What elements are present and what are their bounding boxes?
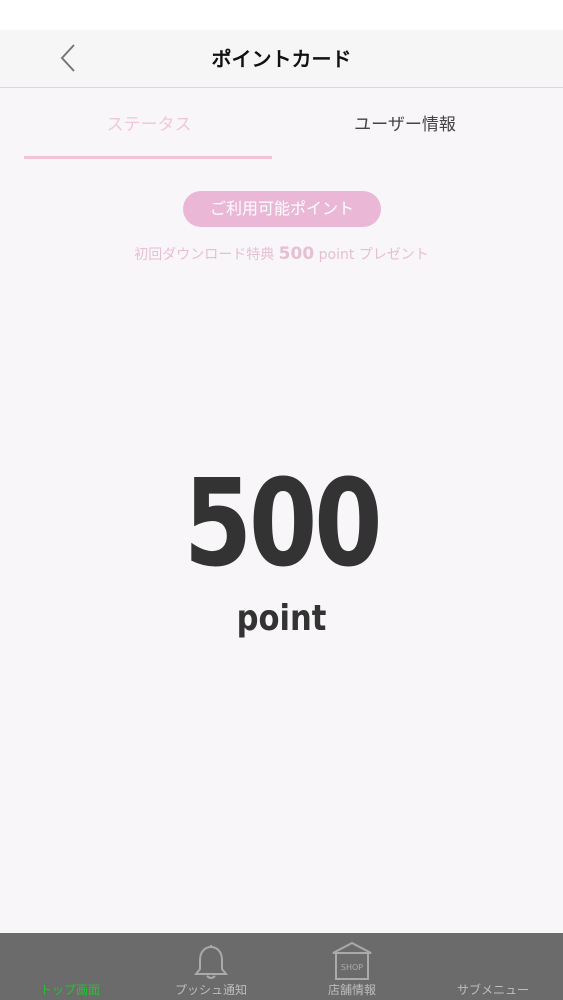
status-bar <box>0 0 563 30</box>
shop-icon: SHOP <box>330 941 374 985</box>
points-unit: point <box>236 598 327 639</box>
tab-top-screen[interactable]: トップ画面 <box>0 933 140 1000</box>
promo-prefix: 初回ダウンロード特典 <box>134 247 275 263</box>
tab-push-notifications-label: プッシュ通知 <box>174 983 247 997</box>
promo-amount: 500 <box>278 244 315 264</box>
tab-store-info[interactable]: SHOP 店舗情報 <box>282 933 422 1000</box>
tab-active-indicator <box>24 156 272 159</box>
tab-sub-menu-label: サブメニュー <box>456 983 529 997</box>
tab-sub-menu[interactable]: サブメニュー <box>423 933 563 1000</box>
tab-top-screen-label: トップ画面 <box>39 983 100 997</box>
tab-push-notifications[interactable]: プッシュ通知 <box>141 933 281 1000</box>
tab-status[interactable]: ステータス <box>24 110 274 135</box>
tab-bar-top: ステータス ユーザー情報 <box>0 88 563 160</box>
points-value: 500 <box>183 455 383 594</box>
bell-icon <box>191 941 231 985</box>
tab-user-info[interactable]: ユーザー情報 <box>280 110 530 135</box>
page-title: ポイントカード <box>211 47 352 71</box>
svg-text:SHOP: SHOP <box>341 963 363 972</box>
bottom-tab-bar: トップ画面 プッシュ通知 SHOP 店舗情報 サブメニュー <box>0 933 563 1000</box>
nav-bar: ポイントカード <box>0 30 563 88</box>
promo-text: 初回ダウンロード特典 500 point プレゼント <box>0 244 563 264</box>
promo-suffix: point プレゼント <box>318 247 429 263</box>
available-points-badge: ご利用可能ポイント <box>183 191 381 227</box>
tab-store-info-label: 店舗情報 <box>327 983 376 997</box>
